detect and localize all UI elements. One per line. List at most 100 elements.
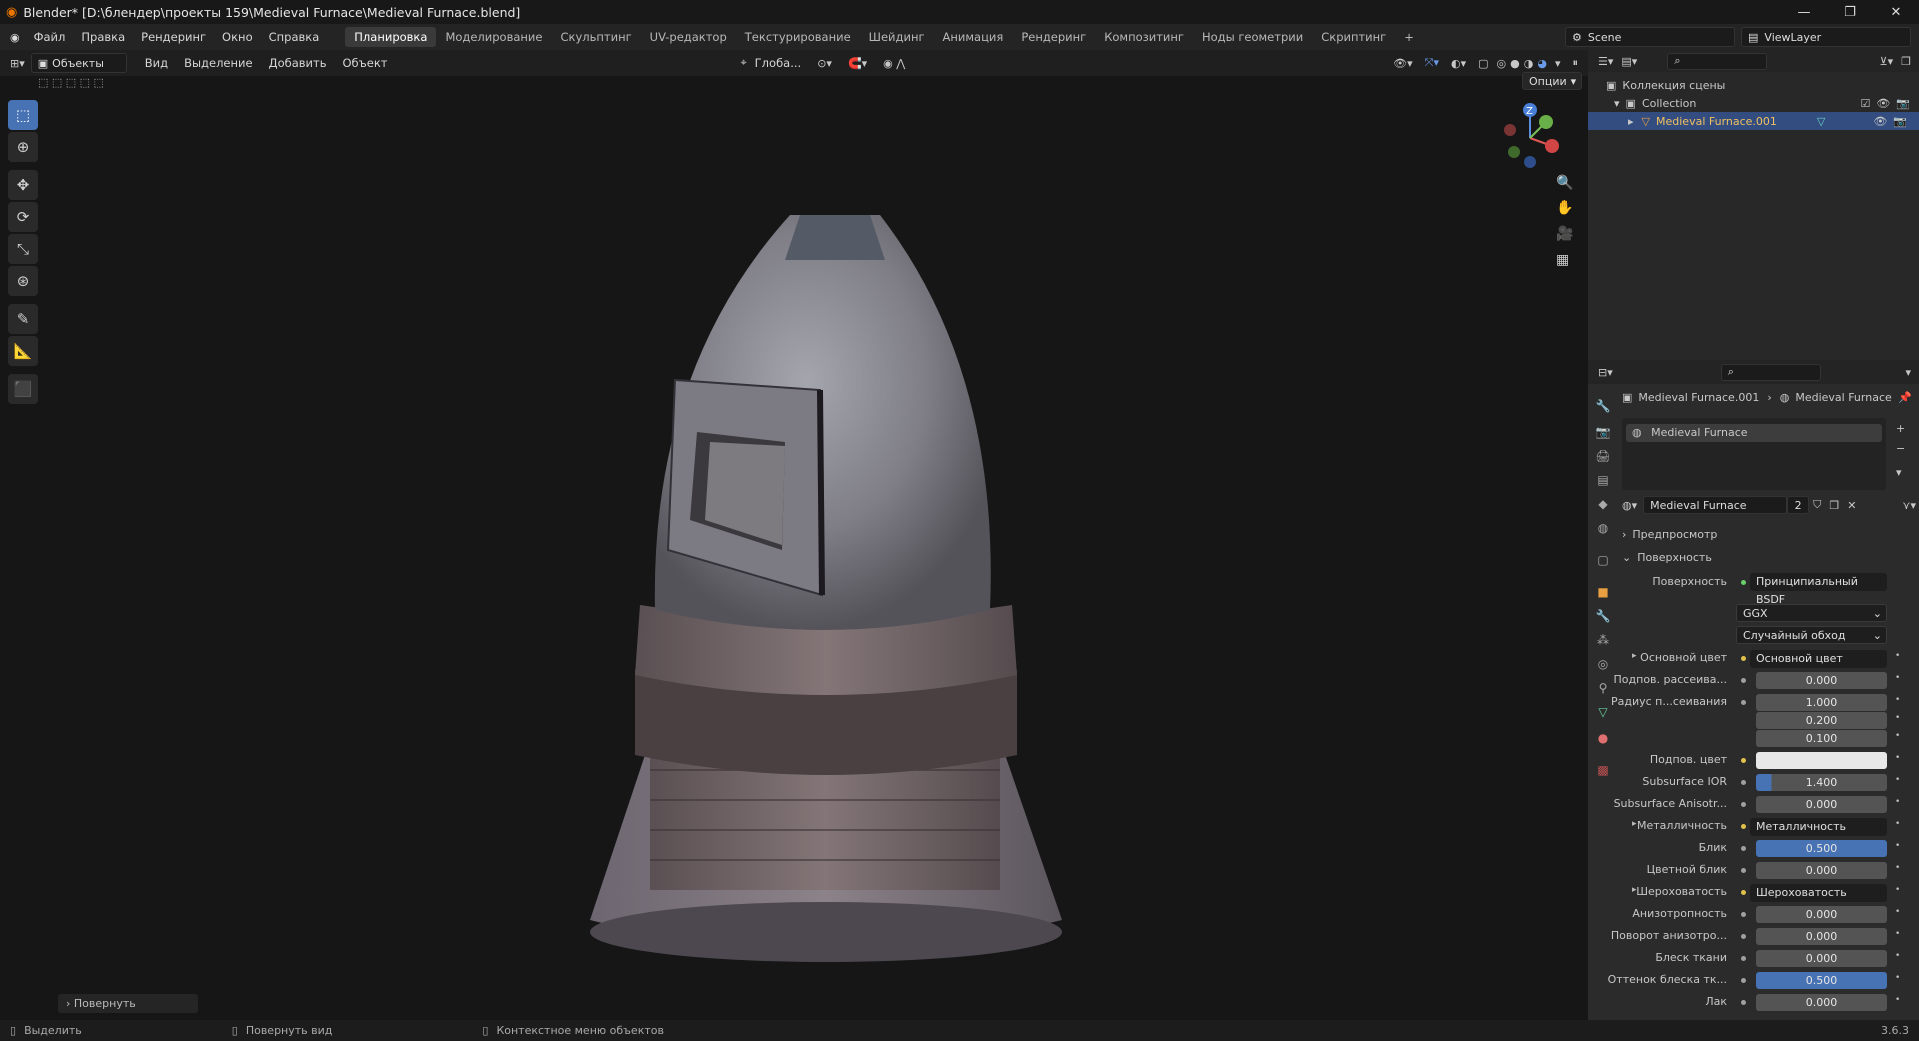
number-field[interactable]: 0.000 [1756, 862, 1887, 879]
new-collection-icon[interactable]: ❐ [1901, 55, 1911, 68]
select-box-tool[interactable]: ⬚ [8, 100, 38, 130]
color-swatch[interactable] [1756, 752, 1887, 769]
checkbox-icon[interactable]: ☑ [1860, 97, 1870, 110]
blender-menu-icon[interactable]: ◉ [10, 31, 20, 44]
outliner-search-input[interactable]: ⌕ [1667, 52, 1768, 70]
number-field[interactable]: 0.000 [1756, 950, 1887, 967]
keyframe-dot-icon[interactable]: • [1895, 651, 1900, 661]
surface-panel-header[interactable]: ⌄ Поверхность [1622, 548, 1912, 566]
camera-render-icon[interactable]: 📷 [1893, 115, 1907, 128]
maximize-button[interactable]: ❐ [1827, 0, 1873, 24]
slot-menu-icon[interactable]: ▾ [1896, 466, 1902, 479]
socket-dot[interactable] [1741, 912, 1746, 917]
tab-compositing[interactable]: Композитинг [1095, 27, 1193, 47]
mode-selector[interactable]: ▣ Объекты [30, 53, 127, 73]
keyframe-dot-icon[interactable]: • [1895, 673, 1900, 683]
orientation-selector[interactable]: Глоба... [747, 56, 810, 70]
menu-edit[interactable]: Правка [73, 30, 133, 44]
fake-user-icon[interactable]: ⛉ [1813, 498, 1821, 512]
scale-tool[interactable]: ⤡ [8, 234, 38, 264]
number-field[interactable]: 1.400 [1756, 774, 1887, 791]
eye-icon[interactable]: 👁 [1873, 115, 1887, 128]
tab-shading[interactable]: Шейдинг [860, 27, 934, 47]
visibility-icon[interactable]: 👁▾ [1393, 57, 1413, 70]
proportional-edit-icon[interactable]: ◉ ⋀ [883, 57, 905, 70]
socket-dot[interactable] [1741, 868, 1746, 873]
number-field[interactable]: 0.200 [1756, 712, 1887, 729]
grid-view-icon[interactable]: ▦ [1556, 252, 1569, 268]
keyframe-dot-icon[interactable]: • [1895, 819, 1900, 829]
tab-geometry-nodes[interactable]: Ноды геометрии [1193, 27, 1312, 47]
material-slot-item[interactable]: ◍ Medieval Furnace [1626, 424, 1882, 442]
view-layer-selector[interactable]: ▤ ViewLayer [1741, 27, 1911, 47]
transform-tool[interactable]: ⊛ [8, 266, 38, 296]
number-field[interactable]: 0.500 [1756, 972, 1887, 989]
menu-window[interactable]: Окно [214, 30, 261, 44]
outliner-editor-type-icon[interactable]: ☰▾ [1598, 55, 1613, 68]
rendered-shading-icon[interactable]: ◕ [1537, 57, 1547, 70]
pan-hand-icon[interactable]: ✋ [1556, 200, 1573, 216]
expand-arrow-icon[interactable]: ▸ [1628, 115, 1634, 128]
number-field[interactable]: 0.000 [1756, 796, 1887, 813]
snap-icon[interactable]: 🧲▾ [848, 57, 867, 70]
number-field[interactable]: 0.000 [1756, 994, 1887, 1011]
browse-material-icon[interactable]: ◍▾ [1622, 499, 1637, 512]
socket-dot[interactable] [1741, 978, 1746, 983]
linked-input-field[interactable]: Шероховатость [1750, 884, 1887, 902]
expand-arrow-icon[interactable]: ▸ [1632, 885, 1637, 895]
expand-arrow-icon[interactable]: ▸ [1632, 819, 1637, 829]
preview-panel-header[interactable]: › Предпросмотр [1622, 525, 1912, 543]
keyframe-dot-icon[interactable]: • [1895, 695, 1900, 705]
socket-dot[interactable] [1741, 934, 1746, 939]
move-tool[interactable]: ✥ [8, 170, 38, 200]
add-workspace-icon[interactable]: + [1395, 27, 1423, 47]
outliner-row-collection[interactable]: ▾ ▣ Collection ☑ 👁 📷 [1614, 94, 1914, 112]
menu-add[interactable]: Добавить [261, 56, 335, 70]
measure-tool[interactable]: 📐 [8, 336, 38, 366]
menu-select[interactable]: Выделение [176, 56, 261, 70]
socket-dot[interactable] [1741, 700, 1746, 705]
keyframe-dot-icon[interactable]: • [1895, 973, 1900, 983]
xray-icon[interactable]: ▢ [1478, 57, 1488, 70]
shading-options-icon[interactable]: ▾ [1555, 57, 1561, 70]
menu-view[interactable]: Вид [137, 56, 176, 70]
tab-layout[interactable]: Планировка [345, 27, 437, 47]
editor-type-icon[interactable]: ⊞▾ [10, 57, 25, 70]
tab-modeling[interactable]: Моделирование [436, 27, 551, 47]
add-cube-tool[interactable]: ⬛ [8, 374, 38, 404]
socket-dot[interactable] [1741, 656, 1746, 661]
socket-dot[interactable] [1741, 1000, 1746, 1005]
user-count[interactable]: 2 [1787, 496, 1810, 514]
outliner-row-object[interactable]: ▸ ▽ Medieval Furnace.001 ▽ 👁 📷 [1588, 112, 1919, 130]
camera-icon[interactable]: 🎥 [1556, 226, 1573, 242]
menu-render[interactable]: Рендеринг [133, 30, 214, 44]
scene-tab-icon[interactable]: ◆ [1592, 494, 1614, 514]
particles-tab-icon[interactable]: ⁂ [1592, 630, 1614, 650]
gizmo-toggle-icon[interactable]: ⤧▾ [1425, 56, 1439, 70]
keyframe-dot-icon[interactable]: • [1895, 951, 1900, 961]
linked-input-field[interactable]: Основной цвет [1750, 650, 1887, 668]
socket-dot[interactable] [1741, 890, 1746, 895]
subsurface-method-dropdown[interactable]: Случайный обход ⌄ [1736, 626, 1887, 644]
output-tab-icon[interactable]: 🖨 [1592, 446, 1614, 466]
display-mode-icon[interactable]: ▤▾ [1621, 55, 1637, 68]
tab-rendering[interactable]: Рендеринг [1012, 27, 1095, 47]
number-field[interactable]: 0.000 [1756, 928, 1887, 945]
socket-dot[interactable] [1741, 678, 1746, 683]
keyframe-dot-icon[interactable]: • [1895, 797, 1900, 807]
expand-arrow-icon[interactable]: ▾ [1614, 97, 1620, 110]
navigation-gizmo[interactable]: Z [1500, 100, 1560, 170]
add-slot-button[interactable]: + [1896, 422, 1905, 435]
overlay-toggle-icon[interactable]: ◐▾ [1451, 57, 1466, 70]
pause-render-icon[interactable]: ⏸ [1573, 56, 1579, 70]
view-layer-tab-icon[interactable]: ▤ [1592, 470, 1614, 490]
surface-shader-selector[interactable]: Принципиальный BSDF [1750, 573, 1887, 606]
number-field[interactable]: 0.000 [1756, 672, 1887, 689]
pin-icon[interactable]: 📌 [1898, 391, 1912, 404]
eye-icon[interactable]: 👁 [1876, 97, 1890, 110]
world-tab-icon[interactable]: ◍ [1592, 518, 1614, 538]
number-field[interactable]: 0.500 [1756, 840, 1887, 857]
keyframe-dot-icon[interactable]: • [1895, 841, 1900, 851]
number-field[interactable]: 0.000 [1756, 906, 1887, 923]
pivot-icon[interactable]: ⊙▾ [817, 57, 832, 70]
